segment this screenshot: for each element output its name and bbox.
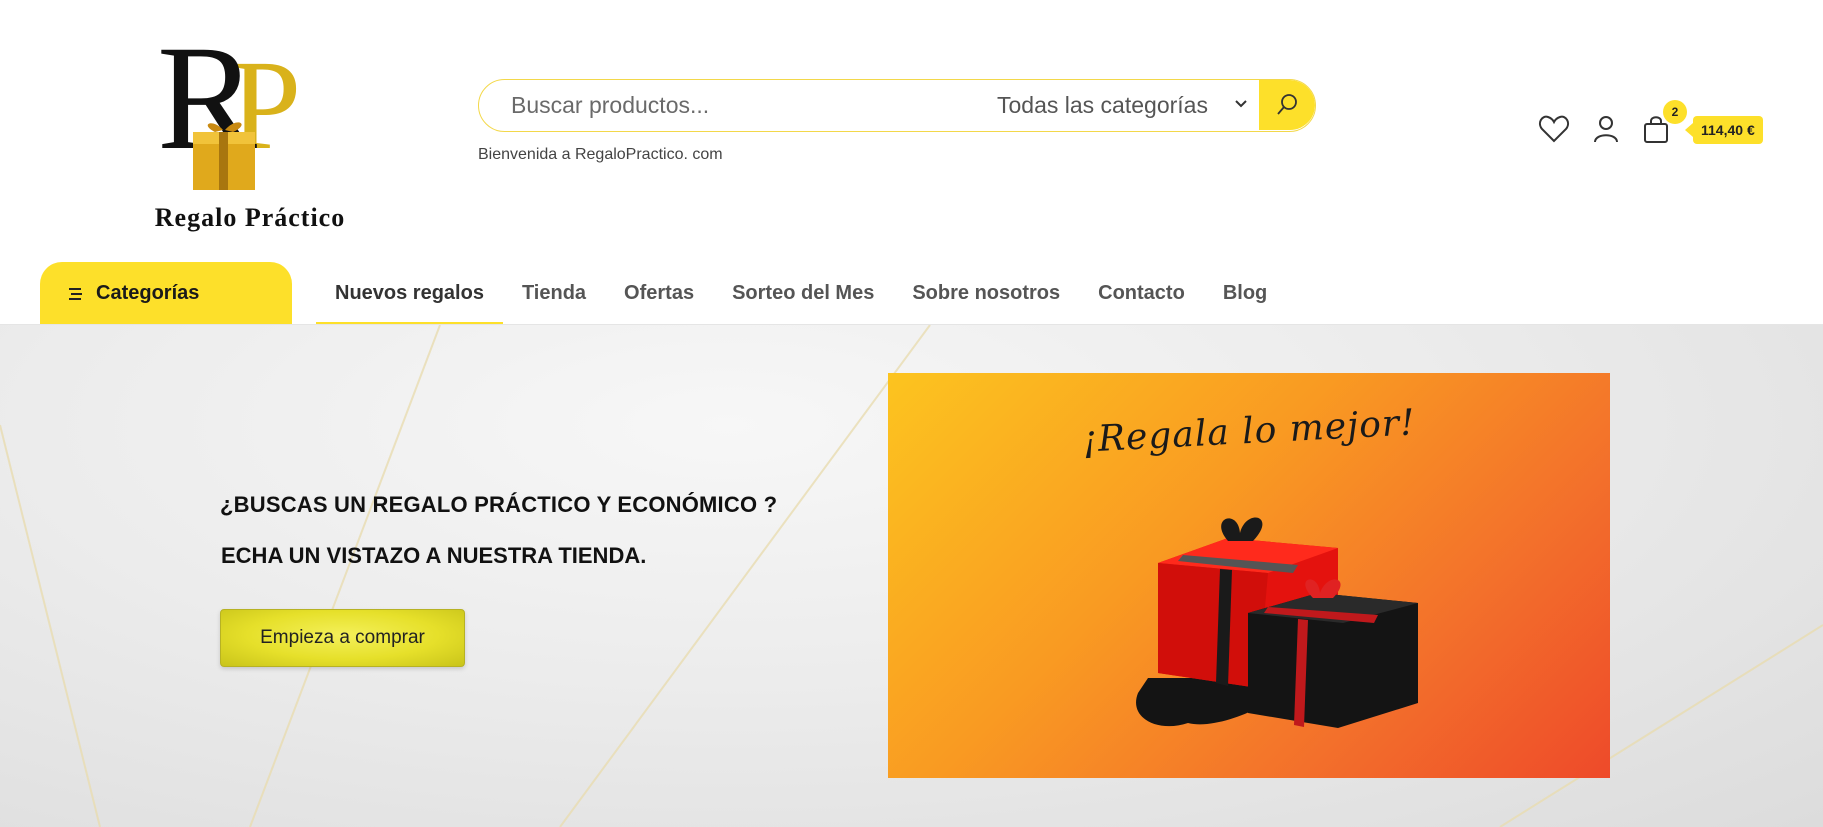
- chevron-down-icon: [1235, 100, 1247, 108]
- search-button[interactable]: [1259, 80, 1315, 130]
- logo-wordmark: Regalo Práctico: [154, 203, 346, 232]
- menu-lines-icon: [69, 287, 82, 300]
- hero-subheading: ECHA UN VISTAZO A NUESTRA TIENDA.: [221, 543, 647, 568]
- site-logo[interactable]: P R Regalo Práctico: [120, 20, 380, 235]
- account-button[interactable]: [1587, 110, 1625, 148]
- gift-boxes-illustration: [1136, 517, 1418, 728]
- search-bar: Todas las categorías: [478, 79, 1316, 132]
- search-icon: [1277, 94, 1297, 115]
- wishlist-button[interactable]: [1535, 110, 1573, 148]
- categories-label: Categorías: [96, 282, 200, 304]
- nav-item-ofertas[interactable]: Ofertas: [605, 262, 713, 325]
- promo-title: ¡Regala lo mejor!: [1081, 402, 1417, 461]
- search-input[interactable]: [511, 80, 961, 130]
- cart-total[interactable]: 114,40 €: [1685, 116, 1763, 144]
- user-icon: [1594, 116, 1618, 143]
- categories-button[interactable]: Categorías: [40, 262, 292, 325]
- nav-item-sorteo-del-mes[interactable]: Sorteo del Mes: [713, 262, 893, 325]
- category-select-value: Todas las categorías: [997, 91, 1208, 118]
- site-header: P R Regalo Práctico Todas las categorías…: [0, 0, 1823, 325]
- logo-monogram: P R: [157, 20, 301, 190]
- main-navigation: Categorías Nuevos regalos Tienda Ofertas…: [0, 262, 1823, 325]
- heart-icon: [1538, 115, 1570, 143]
- nav-menu: Nuevos regalos Tienda Ofertas Sorteo del…: [316, 262, 1286, 325]
- nav-item-tienda[interactable]: Tienda: [503, 262, 605, 325]
- shop-now-button[interactable]: Empieza a comprar: [220, 609, 465, 667]
- promo-image[interactable]: ¡Regala lo mejor!: [888, 373, 1610, 778]
- category-select[interactable]: Todas las categorías: [997, 80, 1257, 130]
- hero-heading: ¿BUSCAS UN REGALO PRÁCTICO Y ECONÓMICO ?: [220, 492, 778, 517]
- cart-count-badge: 2: [1663, 100, 1687, 124]
- nav-item-nuevos-regalos[interactable]: Nuevos regalos: [316, 262, 503, 325]
- nav-item-sobre-nosotros[interactable]: Sobre nosotros: [893, 262, 1079, 325]
- welcome-text: Bienvenida a RegaloPractico. com: [478, 146, 723, 163]
- nav-item-blog[interactable]: Blog: [1204, 262, 1286, 325]
- hero-banner: ¿BUSCAS UN REGALO PRÁCTICO Y ECONÓMICO ?…: [0, 325, 1823, 827]
- nav-item-contacto[interactable]: Contacto: [1079, 262, 1204, 325]
